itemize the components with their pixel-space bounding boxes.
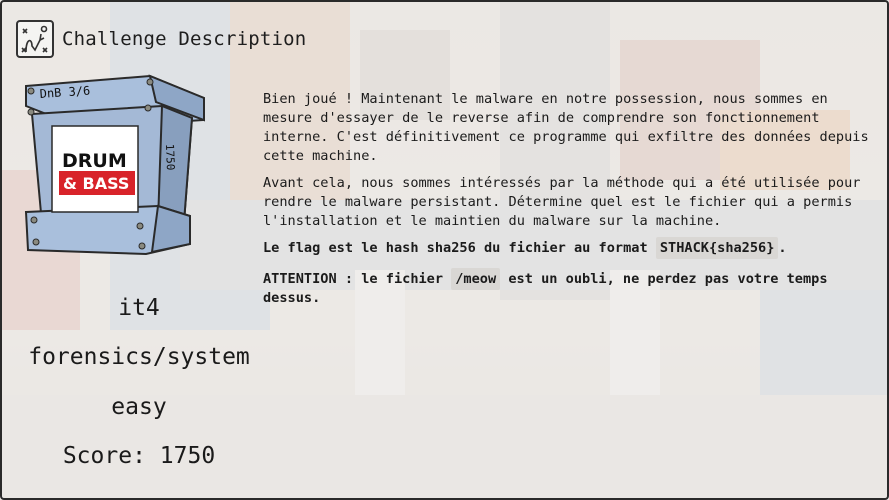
warning-file-code[interactable]: /meow xyxy=(451,268,501,290)
description-paragraph-1: Bien joué ! Maintenant le malware en not… xyxy=(263,91,869,164)
challenge-description: Bien joué ! Maintenant le malware en not… xyxy=(263,90,881,316)
warning-paragraph: ATTENTION : le fichier /meow est un oubl… xyxy=(263,268,881,308)
flag-format-text: Le flag est le hash sha256 du fichier au… xyxy=(263,240,656,256)
warning-text: ATTENTION : le fichier xyxy=(263,271,452,287)
flag-format-paragraph: Le flag est le hash sha256 du fichier au… xyxy=(263,237,881,259)
score-value: 1750 xyxy=(159,443,216,469)
flag-format-end: . xyxy=(778,240,787,256)
logo-line1: DRUM xyxy=(62,150,127,172)
logo-line2: & BASS xyxy=(63,174,129,193)
panel-header: Challenge Description xyxy=(16,20,306,58)
challenge-category: forensics/system xyxy=(28,344,250,370)
description-paragraph-2: Avant cela, nous sommes intéressés par l… xyxy=(263,175,861,229)
box-side-number: 1750 xyxy=(163,144,177,171)
challenge-difficulty: easy xyxy=(111,394,167,420)
score-label: Score: xyxy=(62,443,146,469)
forensics-category-icon xyxy=(16,20,54,58)
flag-format-code[interactable]: STHACK{sha256} xyxy=(655,237,779,259)
challenge-name: it4 xyxy=(118,295,160,321)
challenge-score: Score: 1750 xyxy=(18,443,260,469)
panel-title: Challenge Description xyxy=(62,28,307,50)
challenge-box-illustration: DRUM & BASS DnB 3/6 1750 xyxy=(22,74,208,260)
